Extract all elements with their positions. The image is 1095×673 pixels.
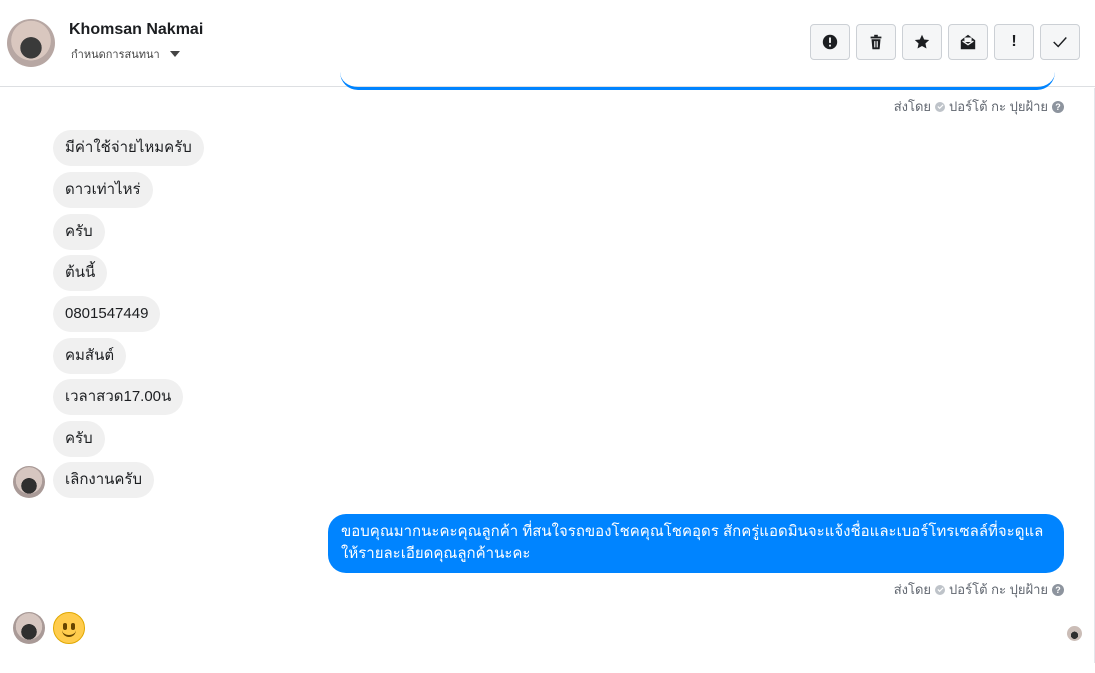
- incoming-message[interactable]: เลิกงานครับ: [53, 462, 155, 498]
- mark-unread-button[interactable]: [948, 24, 988, 60]
- star-icon: [914, 34, 930, 49]
- outgoing-message[interactable]: ขอบคุณมากนะคะคุณลูกค้า ที่สนใจรถของโชคคุ…: [328, 514, 1064, 573]
- incoming-message[interactable]: มีค่าใช้จ่ายไหมครับ: [53, 130, 204, 166]
- alert-circle-icon: [822, 34, 838, 50]
- sent-by-info: ส่งโดย ปอร์โต้ กะ ปุยฝ้าย ?: [894, 96, 1064, 117]
- incoming-message[interactable]: คมสันต์: [53, 338, 127, 374]
- incoming-message[interactable]: 0801547449: [53, 296, 161, 332]
- smile-emoji-icon[interactable]: [53, 612, 85, 644]
- incoming-message[interactable]: ครับ: [53, 421, 105, 457]
- sender-name[interactable]: ปอร์โต้ กะ ปุยฝ้าย: [949, 96, 1048, 117]
- sent-by-prefix: ส่งโดย: [893, 582, 932, 597]
- toolbar: !: [810, 24, 1080, 60]
- check-icon: [1053, 37, 1067, 48]
- check-icon: [935, 584, 946, 595]
- contact-avatar[interactable]: [7, 19, 55, 67]
- check-icon: [935, 101, 946, 112]
- star-button[interactable]: [902, 24, 942, 60]
- previous-outgoing-bubble: [340, 72, 1055, 90]
- assign-label: กำหนดการสนทนา: [71, 49, 160, 61]
- mail-open-icon: [960, 34, 976, 50]
- incoming-message[interactable]: ดาวเท่าไหร่: [53, 172, 153, 208]
- incoming-message[interactable]: เวลาสวด17.00น: [53, 379, 184, 415]
- trash-icon: [870, 34, 882, 50]
- mark-done-button[interactable]: [1040, 24, 1080, 60]
- sender-name[interactable]: ปอร์โต้ กะ ปุยฝ้าย: [949, 579, 1048, 600]
- message-thread[interactable]: ส่งโดย ปอร์โต้ กะ ปุยฝ้าย ? มีค่าใช้จ่าย…: [0, 87, 1095, 673]
- follow-up-button[interactable]: !: [994, 24, 1034, 60]
- seen-indicator-avatar: [1067, 626, 1082, 641]
- delete-button[interactable]: [856, 24, 896, 60]
- caret-down-icon: [169, 51, 180, 57]
- help-icon[interactable]: ?: [1052, 583, 1064, 596]
- sender-avatar[interactable]: [13, 612, 45, 644]
- sent-by-info: ส่งโดย ปอร์โต้ กะ ปุยฝ้าย ?: [894, 579, 1064, 600]
- exclamation-icon: !: [1011, 33, 1017, 50]
- sender-avatar[interactable]: [13, 466, 45, 498]
- assign-conversation-dropdown[interactable]: กำหนดการสนทนา: [71, 45, 180, 63]
- smile-mouth: [62, 627, 76, 637]
- incoming-message[interactable]: ต้นนี้: [53, 255, 108, 291]
- incoming-message[interactable]: ครับ: [53, 214, 105, 250]
- help-icon[interactable]: ?: [1052, 100, 1064, 113]
- sent-by-prefix: ส่งโดย: [893, 99, 932, 114]
- contact-name[interactable]: Khomsan Nakmai: [69, 21, 203, 39]
- mark-spam-button[interactable]: [810, 24, 850, 60]
